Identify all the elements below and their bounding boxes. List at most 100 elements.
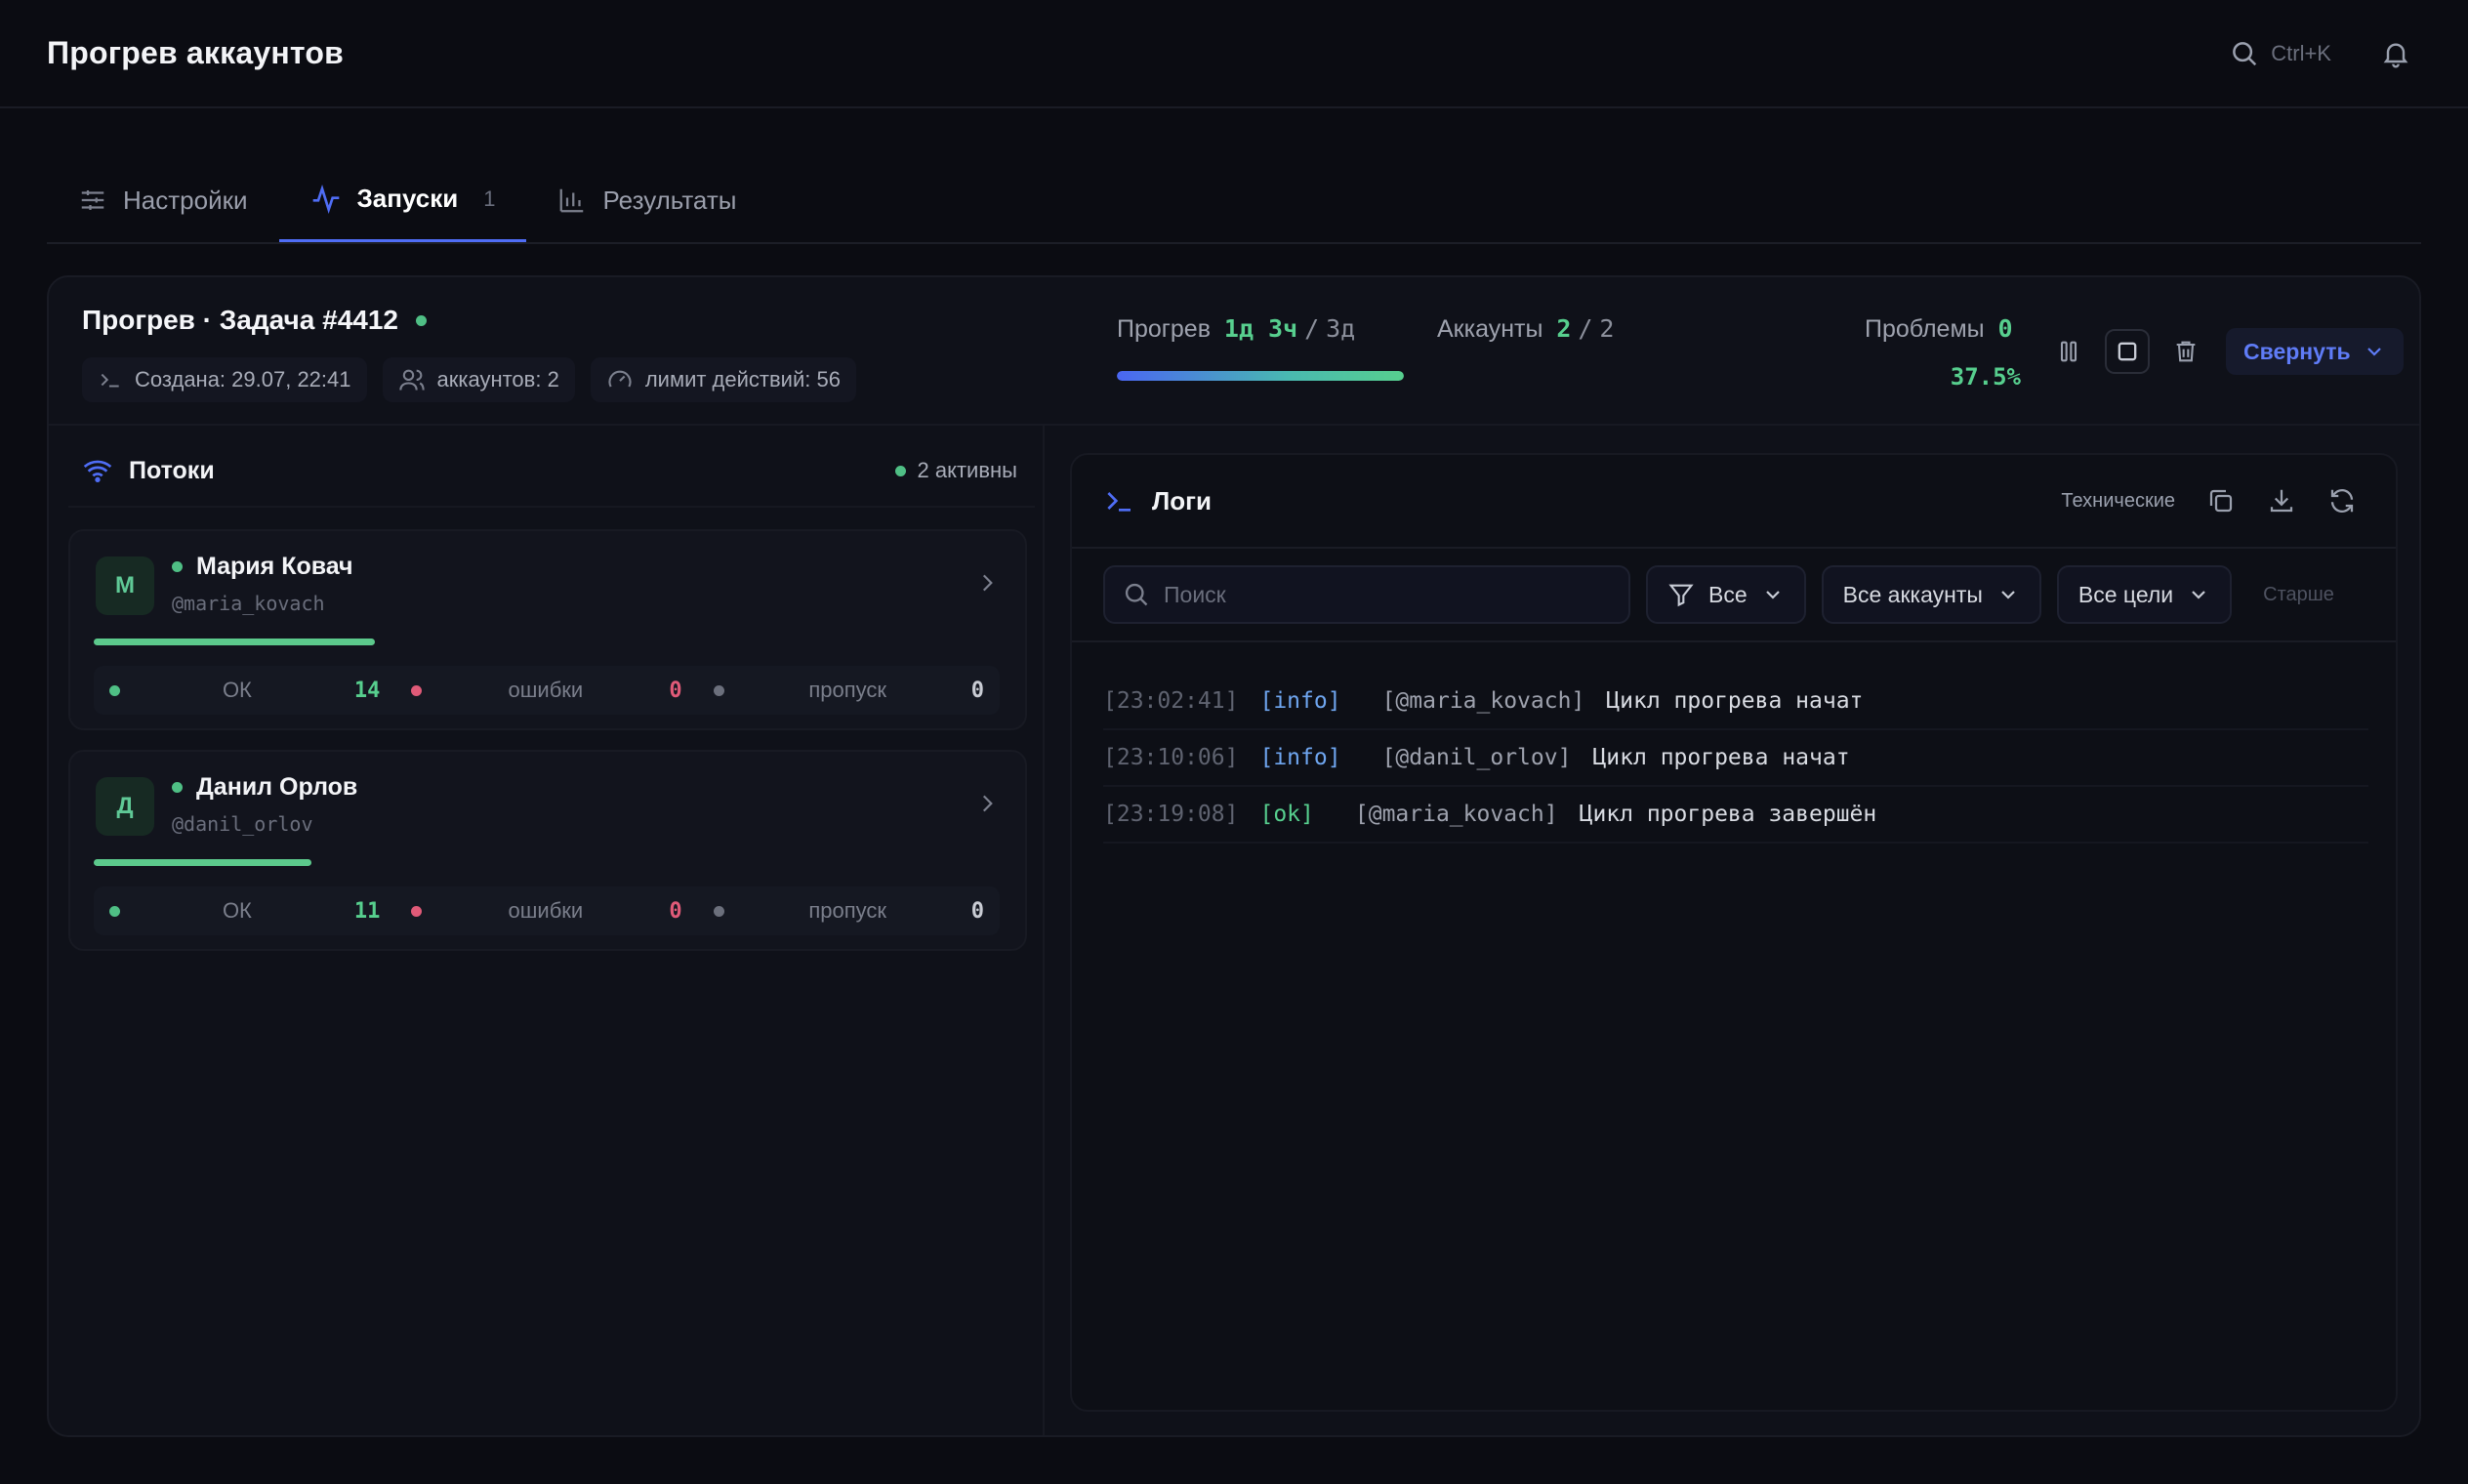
delete-button[interactable]: [2163, 329, 2208, 374]
stat-errors: ошибки 0: [395, 678, 697, 703]
download-icon[interactable]: [2267, 486, 2296, 515]
accounts-metric-total: 2: [1599, 314, 1615, 343]
log-message: Цикл прогрева начат: [1606, 688, 1864, 714]
tab-settings[interactable]: Настройки: [47, 166, 279, 242]
run-title: Прогрев · Задача #4412: [82, 305, 427, 336]
skip-label: пропуск: [808, 678, 887, 702]
copy-icon[interactable]: [2206, 486, 2236, 515]
account-handle: @danil_orlov: [172, 812, 313, 836]
streams-title-text: Потоки: [129, 456, 215, 484]
account-card[interactable]: Д Данил Орлов @danil_orlov ОК 11 ошибки: [68, 750, 1027, 951]
accounts-metric-label: Аккаунты: [1437, 315, 1543, 343]
stat-ok: ОК 11: [94, 898, 395, 924]
accounts-metric-value: 2: [1556, 314, 1572, 343]
sliders-icon: [78, 186, 107, 215]
logs-title-text: Логи: [1152, 485, 1212, 515]
warmup-slash: /: [1304, 314, 1320, 343]
search-shortcut: Ctrl+K: [2271, 40, 2331, 65]
log-time: [23:02:41]: [1103, 688, 1239, 714]
bell-icon[interactable]: [2380, 38, 2411, 69]
run-title-text: Прогрев · Задача #4412: [82, 305, 398, 335]
account-status-dot: [172, 561, 183, 572]
streams-panel: Потоки 2 активны М Мария Ковач @maria_ko…: [49, 426, 1045, 1435]
log-level: [ok]: [1259, 802, 1314, 827]
users-icon: [398, 366, 426, 393]
run-chips: Создана: 29.07, 22:41 аккаунтов: 2 лимит…: [82, 357, 856, 402]
filter-icon: [1667, 581, 1695, 608]
page-title: Прогрев аккаунтов: [47, 35, 344, 70]
global-search-button[interactable]: Ctrl+K: [2230, 39, 2331, 68]
ok-label: ОК: [222, 898, 252, 923]
stat-errors: ошибки 0: [395, 898, 697, 924]
logs-actions: Технические: [2061, 486, 2357, 515]
trash-icon: [2172, 338, 2200, 365]
log-message: Цикл прогрева начат: [1592, 745, 1850, 770]
older-toggle[interactable]: Старше: [2263, 584, 2334, 606]
warmup-total: 3д: [1326, 314, 1356, 343]
skip-dot: [713, 905, 724, 917]
chevron-down-icon: [1996, 583, 2020, 606]
top-bar: Прогрев аккаунтов Ctrl+K: [0, 0, 2468, 108]
technical-toggle[interactable]: Технические: [2061, 490, 2175, 513]
active-count: 2 активны: [894, 458, 1017, 483]
tab-settings-label: Настройки: [123, 185, 248, 215]
error-dot: [411, 905, 423, 917]
level-filter[interactable]: Все: [1646, 565, 1806, 624]
chevron-down-icon: [2187, 583, 2210, 606]
skip-dot: [713, 684, 724, 696]
account-stats: ОК 14 ошибки 0 пропуск 0: [94, 666, 1000, 715]
warmup-label: Прогрев: [1117, 315, 1211, 343]
problems-value: 0: [1997, 314, 2013, 343]
targets-filter[interactable]: Все цели: [2056, 565, 2233, 624]
stat-skips: пропуск 0: [698, 898, 1000, 924]
problems-label: Проблемы: [1865, 315, 1985, 343]
account-name-text: Данил Орлов: [196, 773, 358, 801]
avatar: М: [96, 556, 154, 615]
account-status-dot: [172, 782, 183, 793]
ok-dot: [109, 905, 120, 917]
account-card[interactable]: М Мария Ковач @maria_kovach ОК 14 ошибки: [68, 529, 1027, 730]
account-handle: @maria_kovach: [172, 592, 325, 615]
warmup-value: 1д 3ч: [1223, 314, 1298, 343]
search-icon: [2230, 39, 2259, 68]
log-search[interactable]: [1103, 565, 1630, 624]
run-card: Прогрев · Задача #4412 Создана: 29.07, 2…: [47, 275, 2421, 1437]
chevron-right-icon[interactable]: [974, 791, 1000, 816]
bar-chart-icon: [557, 186, 587, 215]
log-user: [@maria_kovach]: [1381, 688, 1585, 714]
warmup-metric: Прогрев 1д 3ч / 3д: [1117, 314, 1355, 344]
tab-results[interactable]: Результаты: [526, 166, 767, 242]
log-user: [@maria_kovach]: [1354, 802, 1558, 827]
stop-button[interactable]: [2105, 329, 2150, 374]
log-message: Цикл прогрева завершён: [1579, 802, 1877, 827]
tab-runs[interactable]: Запуски 1: [278, 166, 527, 242]
streams-title: Потоки: [82, 455, 215, 486]
chevron-right-icon[interactable]: [974, 570, 1000, 596]
gauge-icon: [606, 366, 634, 393]
limit-chip: лимит действий: 56: [590, 357, 856, 402]
pause-button[interactable]: [2046, 329, 2091, 374]
account-name: Данил Орлов: [172, 773, 357, 802]
pause-icon: [2055, 338, 2082, 365]
log-list: [23:02:41] [info] [@maria_kovach] Цикл п…: [1103, 674, 2368, 844]
accounts-filter[interactable]: Все аккаунты: [1821, 565, 2041, 624]
tab-runs-label: Запуски: [356, 184, 459, 213]
collapse-button[interactable]: Свернуть: [2226, 328, 2404, 375]
logs-panel: Логи Технические Поиск Все Все аккаунты …: [1070, 453, 2398, 1412]
log-row: [23:10:06] [info] [@danil_orlov] Цикл пр…: [1103, 730, 2368, 787]
created-text: Создана: 29.07, 22:41: [135, 367, 351, 392]
problems-metric: Проблемы 0: [1865, 314, 2013, 344]
accounts-metric: Аккаунты 2 / 2: [1437, 314, 1614, 344]
log-time: [23:19:08]: [1103, 802, 1239, 827]
account-progress-bar: [94, 639, 375, 645]
streams-header: Потоки 2 активны: [82, 451, 1017, 490]
skip-value: 0: [970, 898, 984, 924]
log-search-input[interactable]: [1164, 581, 1611, 608]
refresh-icon[interactable]: [2327, 486, 2357, 515]
log-user: [@danil_orlov]: [1381, 745, 1572, 770]
stat-skips: пропуск 0: [698, 678, 1000, 703]
accounts-filter-value: Все аккаунты: [1842, 581, 1983, 607]
limit-chip-text: лимит действий: 56: [644, 367, 841, 392]
terminal-icon: [98, 367, 123, 392]
ok-dot: [109, 684, 120, 696]
